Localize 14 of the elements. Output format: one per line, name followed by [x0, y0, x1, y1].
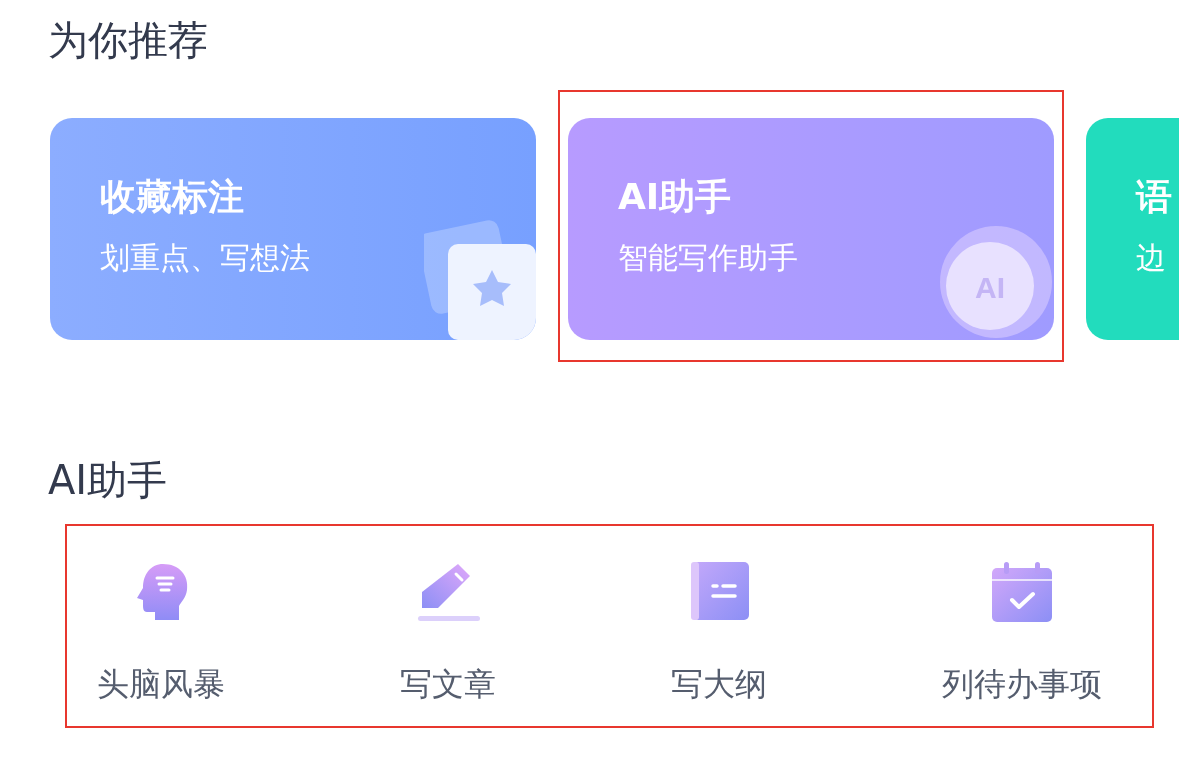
section-title: 为你推荐	[48, 16, 209, 65]
card-title: 收藏标注	[100, 175, 245, 219]
card-title: 语	[1136, 175, 1173, 219]
card-title: AI助手	[618, 175, 733, 219]
calendar-check-icon[interactable]	[990, 560, 1054, 624]
card-subtitle: 边	[1136, 239, 1167, 277]
tool-label[interactable]: 头脑风暴	[97, 662, 225, 706]
tool-label[interactable]: 写文章	[400, 662, 496, 706]
tool-label[interactable]: 列待办事项	[942, 662, 1102, 706]
star-card-icon	[424, 220, 536, 340]
card-subtitle: 划重点、写想法	[100, 239, 311, 277]
section-title: AI助手	[48, 456, 169, 505]
tool-label[interactable]: 写大纲	[671, 662, 767, 706]
card-subtitle: 智能写作助手	[618, 239, 799, 277]
